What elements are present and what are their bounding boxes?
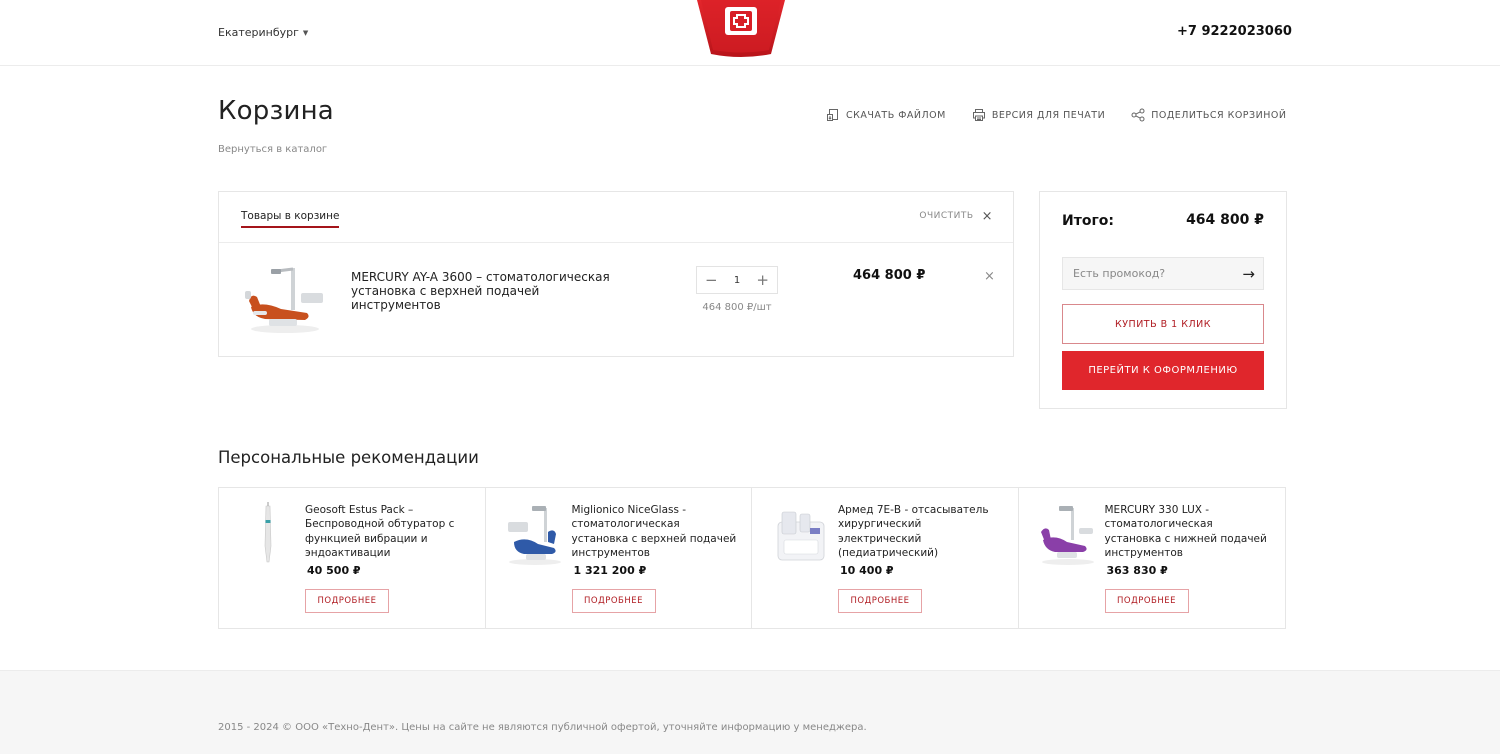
close-icon: × [981, 208, 993, 224]
checkout-button[interactable]: Перейти к оформлению [1062, 351, 1264, 390]
logo[interactable] [697, 0, 785, 58]
plus-icon[interactable]: + [756, 273, 769, 288]
recommendations-title: Персональные рекомендации [218, 448, 479, 467]
promo-code-input[interactable] [1073, 267, 1233, 280]
print-version-button[interactable]: Версия для печати [972, 108, 1105, 122]
recommendation-price: 363 830 ₽ [1106, 564, 1168, 577]
recommendation-price: 40 500 ₽ [307, 564, 361, 577]
recommendation-name[interactable]: MERCURY 330 LUX - стоматологическая уста… [1105, 503, 1270, 560]
details-button[interactable]: Подробнее [571, 589, 656, 613]
download-file-button[interactable]: Скачать файлом [826, 108, 946, 122]
total-value: 464 800 ₽ [1186, 212, 1264, 228]
clear-basket-label: Очистить [919, 211, 974, 221]
promo-code-field: → [1062, 257, 1264, 290]
file-download-icon [827, 109, 838, 121]
product-image[interactable] [770, 502, 832, 568]
basket-items-panel: Товары в корзине Очистить × MERCURY AY-A… [218, 191, 1014, 357]
print-version-label: Версия для печати [991, 109, 1106, 121]
quantity-stepper: − 1 + [696, 266, 778, 294]
product-image[interactable] [237, 502, 299, 568]
share-icon [1131, 108, 1145, 122]
quantity-value[interactable]: 1 [734, 275, 740, 286]
recommendation-card: Армед 7Е-В - отсасыватель хирургический … [752, 488, 1019, 628]
product-name[interactable]: MERCURY AY-A 3600 – стоматологическая ус… [351, 270, 626, 312]
page-title: Корзина [218, 96, 334, 126]
unit-price: 464 800 ₽/шт [702, 302, 772, 313]
recommendation-card: Geosoft Estus Pack – Беспроводной обтура… [219, 488, 486, 628]
tab-basket-items[interactable]: Товары в корзине [241, 210, 340, 228]
phone-number[interactable]: +7 9222023060 [1177, 24, 1292, 39]
printer-icon [972, 109, 985, 121]
recommendation-card: Miglionico NiceGlass - стоматологическая… [486, 488, 752, 628]
recommendation-name[interactable]: Армед 7Е-В - отсасыватель хирургический … [838, 503, 1003, 560]
details-button[interactable]: Подробнее [838, 589, 922, 613]
caret-down-icon: ▼ [302, 28, 309, 37]
product-image[interactable] [241, 263, 329, 335]
city-selector[interactable]: Екатеринбург ▼ [218, 26, 308, 39]
recommendation-name[interactable]: Geosoft Estus Pack – Беспроводной обтура… [305, 503, 470, 560]
details-button[interactable]: Подробнее [1104, 589, 1189, 613]
remove-item-icon[interactable]: × [984, 269, 995, 284]
product-image[interactable] [1037, 502, 1099, 568]
recommendation-price: 10 400 ₽ [840, 564, 894, 577]
clear-basket-button[interactable]: Очистить × [919, 208, 993, 224]
arrow-right-icon[interactable]: → [1242, 265, 1255, 283]
download-file-label: Скачать файлом [846, 109, 946, 121]
product-image[interactable] [504, 502, 566, 568]
recommendation-card: MERCURY 330 LUX - стоматологическая уста… [1019, 488, 1286, 628]
order-summary: Итого: 464 800 ₽ → Купить в 1 клик Перей… [1039, 191, 1287, 409]
site-header: Екатеринбург ▼ +7 9222023060 [0, 0, 1500, 66]
total-label: Итого: [1062, 213, 1114, 229]
details-button[interactable]: Подробнее [305, 589, 389, 613]
back-to-catalog-link[interactable]: Вернуться в каталог [218, 144, 327, 155]
recommendation-price: 1 321 200 ₽ [573, 564, 647, 577]
basket-item: MERCURY AY-A 3600 – стоматологическая ус… [219, 243, 1013, 357]
basket-actions: Скачать файлом Версия для печати Поделит… [826, 108, 1286, 122]
city-label: Екатеринбург [218, 26, 299, 39]
minus-icon[interactable]: − [705, 273, 718, 288]
site-footer: 2015 - 2024 © ООО «Техно-Дент». Цены на … [0, 670, 1500, 754]
copyright-text: 2015 - 2024 © ООО «Техно-Дент». Цены на … [218, 722, 867, 733]
buy-one-click-button[interactable]: Купить в 1 клик [1062, 304, 1264, 344]
share-basket-label: Поделиться корзиной [1151, 109, 1287, 121]
share-basket-button[interactable]: Поделиться корзиной [1131, 108, 1286, 122]
basket-header: Товары в корзине Очистить × [219, 192, 1013, 243]
item-price: 464 800 ₽ [853, 268, 926, 283]
recommendation-name[interactable]: Miglionico NiceGlass - стоматологическая… [572, 503, 737, 560]
recommendations-grid: Geosoft Estus Pack – Беспроводной обтура… [218, 487, 1286, 629]
